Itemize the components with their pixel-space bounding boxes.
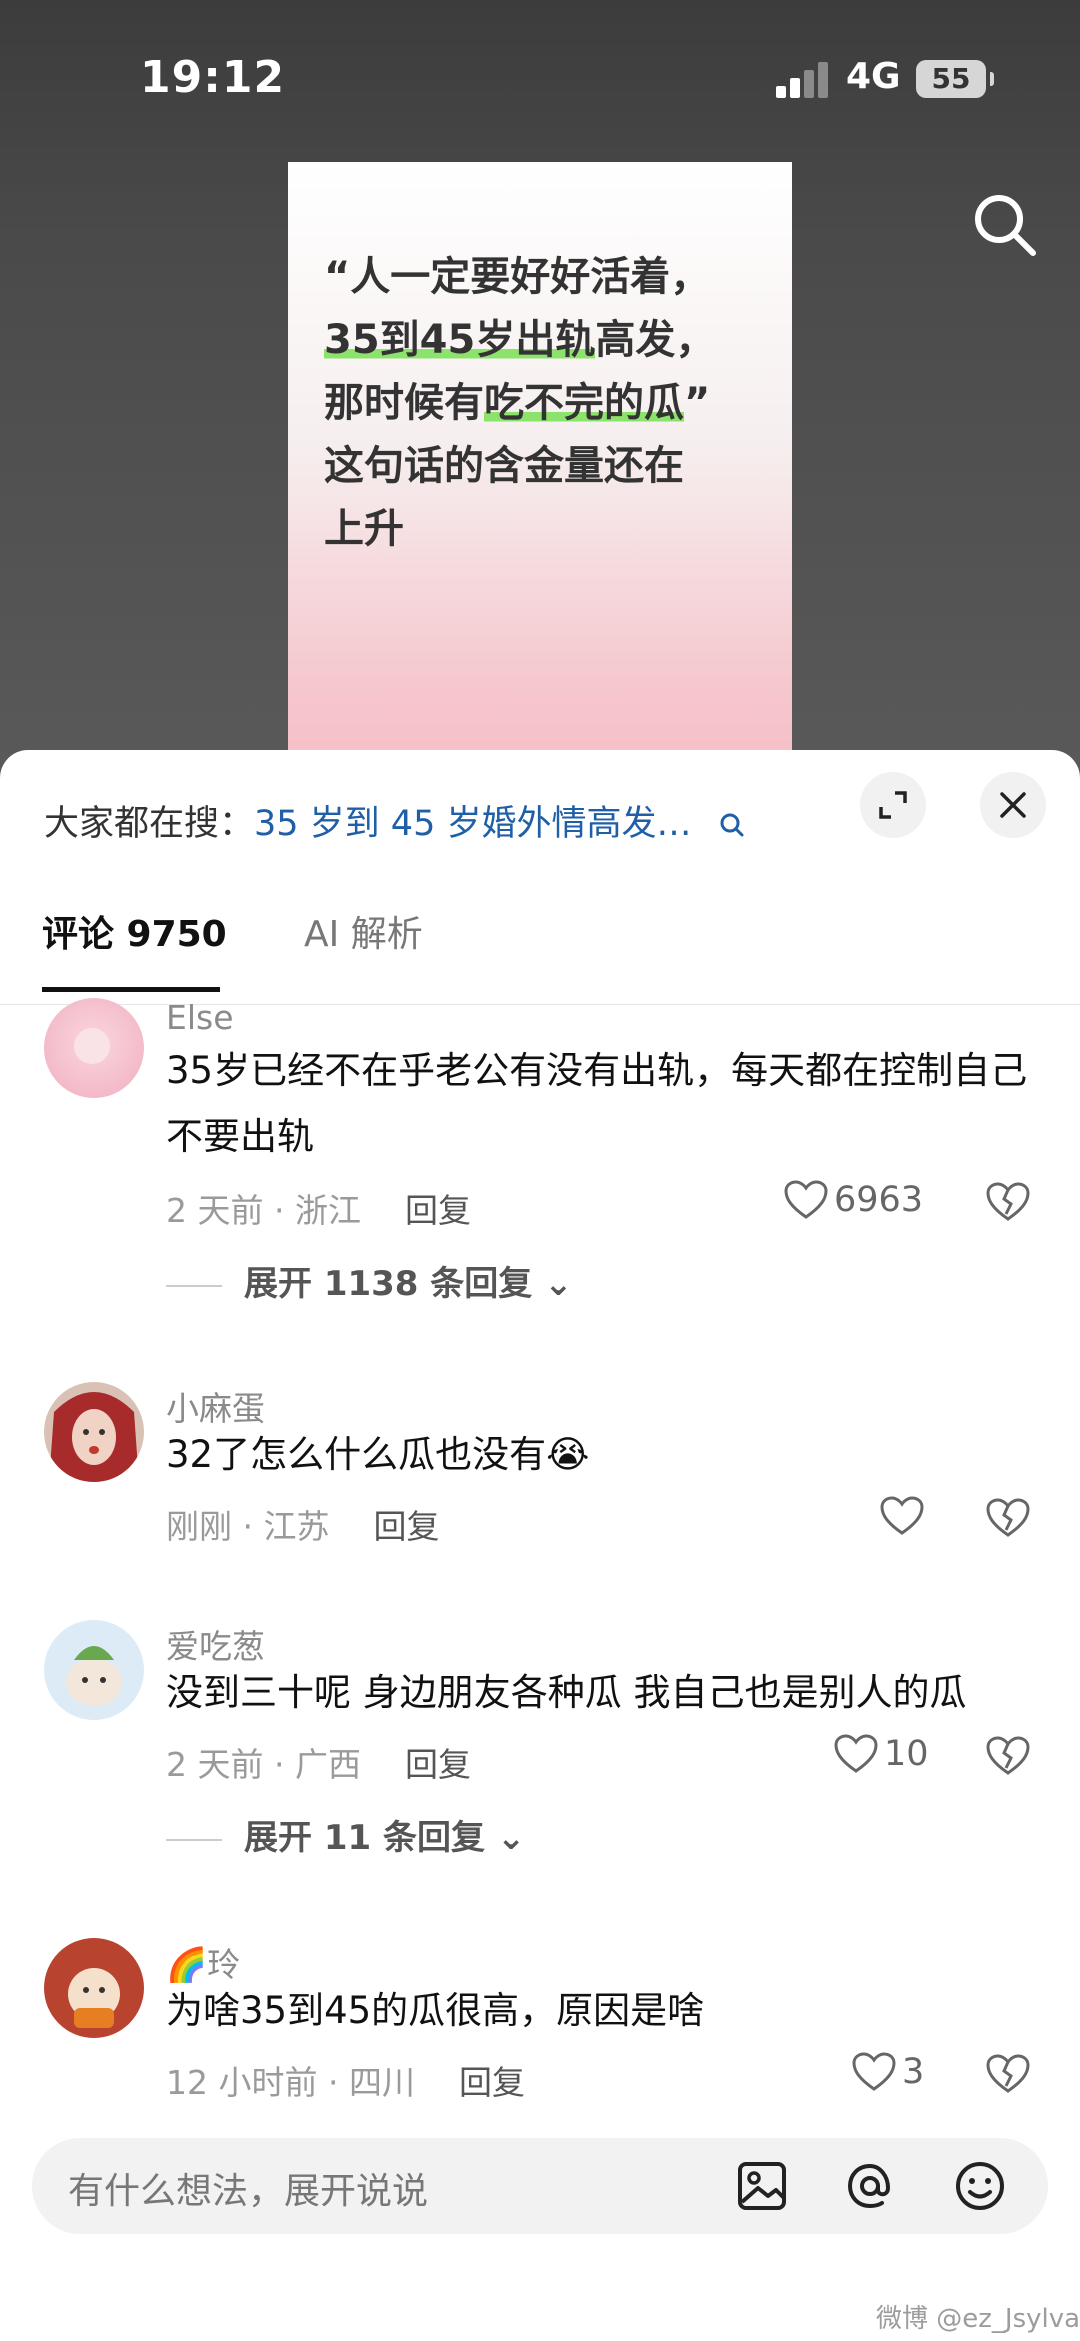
comment-time-location: 12 小时前 · 四川 (166, 2063, 415, 2102)
card-line: 这句话的含金量还在 (324, 443, 684, 489)
comment-meta: 2 天前 · 浙江 回复 (166, 1184, 471, 1232)
dislike-button[interactable] (986, 1498, 1030, 1542)
card-line: “人一定要好好活着， (324, 254, 711, 300)
crying-emoji-icon: 😭 (546, 1433, 590, 1476)
comment-text-body: 32了怎么什么瓜也没有 (166, 1433, 547, 1476)
like-button[interactable]: 6963 (784, 1180, 923, 1220)
image-icon[interactable] (732, 2156, 792, 2216)
heart-icon (784, 1180, 828, 1219)
comment-author[interactable]: Else (166, 998, 234, 1037)
reply-button[interactable]: 回复 (459, 2063, 525, 2102)
tab-comments[interactable]: 评论 9750 (42, 905, 227, 992)
status-time: 19:12 (140, 52, 286, 103)
search-icon[interactable] (717, 810, 747, 840)
trending-search[interactable]: 大家都在搜：35 岁到 45 岁婚外情高发… (44, 795, 824, 855)
dislike-button[interactable] (986, 2054, 1030, 2098)
dislike-button[interactable] (986, 1182, 1030, 1226)
comment-text: 为啥35到45的瓜很高，原因是啥 (166, 1989, 705, 2032)
comment-time-location: 刚刚 · 江苏 (166, 1507, 330, 1546)
expand-icon (879, 791, 907, 819)
broken-heart-icon (986, 1736, 1030, 1775)
heart-icon (834, 1734, 878, 1773)
status-bar: 19:12 4G 55 (0, 0, 1080, 150)
like-count: 10 (884, 1734, 929, 1774)
comment-text: 35岁已经不在乎老公有没有出轨，每天都在控制自己不要出轨 (166, 1049, 1028, 1158)
broken-heart-icon (986, 2054, 1030, 2093)
battery-icon: 55 (916, 60, 994, 98)
video-area[interactable]: 19:12 4G 55 “人一定要好好活着， 35到45岁出轨高发， 那时候有吃… (0, 0, 1080, 802)
network-type: 4G (846, 56, 901, 97)
expand-button[interactable] (860, 772, 926, 838)
dislike-button[interactable] (986, 1736, 1030, 1780)
comment-meta: 2 天前 · 广西 回复 (166, 1738, 471, 1786)
comment-text: 没到三十呢 身边朋友各种瓜 我自己也是别人的瓜 (166, 1671, 967, 1714)
tab-bar: 评论 9750 AI 解析 (0, 905, 1080, 1005)
watermark: 微博 @ez_Jsylva (876, 2304, 1080, 2334)
broken-heart-icon (986, 1498, 1030, 1537)
expand-replies-button[interactable]: 展开 1138 条回复 ⌄ (166, 1256, 573, 1305)
like-button[interactable]: 10 (834, 1734, 929, 1774)
comment-input-placeholder: 有什么想法，展开说说 (68, 2171, 429, 2212)
reply-button[interactable]: 回复 (405, 1745, 471, 1784)
avatar[interactable] (44, 998, 144, 1098)
avatar[interactable] (44, 1938, 144, 2038)
emoji-icon[interactable] (950, 2156, 1010, 2216)
comment-input[interactable]: 有什么想法，展开说说 (32, 2138, 1048, 2234)
video-text-card: “人一定要好好活着， 35到45岁出轨高发， 那时候有吃不完的瓜” 这句话的含金… (288, 162, 792, 802)
reply-button[interactable]: 回复 (373, 1507, 439, 1546)
reply-button[interactable]: 回复 (405, 1191, 471, 1230)
signal-icon (776, 60, 830, 98)
card-line: 35到45岁出轨高发， (324, 317, 716, 363)
comment-meta: 刚刚 · 江苏 回复 (166, 1500, 439, 1548)
like-count: 3 (902, 2052, 925, 2092)
trending-search-prefix: 大家都在搜： (44, 804, 255, 844)
avatar[interactable] (44, 1382, 144, 1482)
comment-sheet: 大家都在搜：35 岁到 45 岁婚外情高发… 评论 9750 AI 解析 Els… (0, 750, 1080, 2341)
comment-text: 32了怎么什么瓜也没有😭 (166, 1422, 1046, 1488)
tab-ai-analysis[interactable]: AI 解析 (304, 905, 423, 957)
mention-icon[interactable] (840, 2156, 900, 2216)
broken-heart-icon (986, 1182, 1030, 1221)
comment-meta: 12 小时前 · 四川 回复 (166, 2056, 525, 2104)
avatar[interactable] (44, 1620, 144, 1720)
card-line: 那时候有吃不完的瓜” (324, 380, 711, 426)
close-button[interactable] (980, 772, 1046, 838)
like-count: 6963 (834, 1180, 924, 1220)
card-line: 上升 (324, 506, 404, 552)
card-text: “人一定要好好活着， 35到45岁出轨高发， 那时候有吃不完的瓜” 这句话的含金… (324, 246, 774, 561)
close-icon (1000, 792, 1026, 818)
expand-replies-button[interactable]: 展开 11 条回复 ⌄ (166, 1810, 525, 1859)
search-icon[interactable] (970, 190, 1040, 260)
heart-icon (880, 1496, 924, 1535)
like-button[interactable] (880, 1496, 930, 1536)
trending-search-query[interactable]: 35 岁到 45 岁婚外情高发… (254, 804, 691, 844)
comment-time-location: 2 天前 · 浙江 (166, 1191, 361, 1230)
comment-time-location: 2 天前 · 广西 (166, 1745, 361, 1784)
like-button[interactable]: 3 (852, 2052, 924, 2092)
heart-icon (852, 2052, 896, 2091)
